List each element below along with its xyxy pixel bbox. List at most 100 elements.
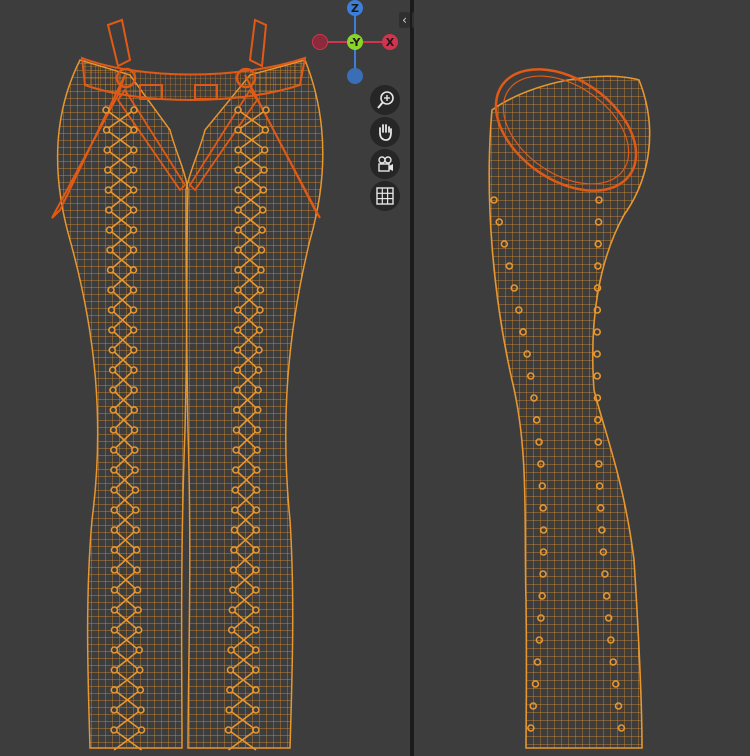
- eyelet: [110, 506, 119, 514]
- eyelet: [229, 586, 237, 594]
- eyelet: [256, 286, 265, 294]
- eyelet: [258, 206, 267, 214]
- eyelet: [110, 546, 119, 554]
- eyelet: [252, 726, 260, 734]
- eyelet: [133, 586, 142, 594]
- eyelet: [131, 486, 140, 494]
- perspective-button[interactable]: [370, 181, 400, 211]
- eyelet: [105, 226, 114, 234]
- eyelet: [231, 466, 240, 474]
- eyelet: [252, 486, 261, 494]
- eyelet: [254, 366, 263, 374]
- eyelet: [252, 706, 260, 714]
- eyelet: [253, 466, 261, 474]
- eyelet: [234, 246, 242, 254]
- eyelet: [259, 186, 268, 194]
- eyelet: [234, 206, 242, 214]
- eyelet: [229, 566, 238, 574]
- eyelet: [252, 686, 260, 694]
- eyelet: [256, 306, 264, 314]
- eyelet: [260, 166, 268, 174]
- eyelet: [105, 206, 113, 214]
- eyelet: [102, 106, 110, 114]
- gizmo-neg-z-axis[interactable]: [347, 68, 363, 84]
- eyelet: [234, 186, 242, 194]
- left-strap: [106, 18, 132, 68]
- eyelet: [110, 626, 119, 634]
- eyelet: [233, 326, 242, 334]
- eyelet: [109, 386, 117, 394]
- front-viewport[interactable]: Z -Y X: [0, 0, 410, 756]
- eyelet: [109, 406, 118, 414]
- eyelet: [102, 126, 111, 134]
- side-wireframe-mesh: [488, 68, 651, 749]
- eyelet: [233, 346, 242, 354]
- eyelet: [258, 226, 266, 234]
- side-eyelet: [593, 350, 601, 358]
- left-leg-mesh: [56, 59, 189, 749]
- eyelet: [226, 666, 235, 674]
- eyelet: [129, 206, 138, 214]
- collapse-left-arrow[interactable]: ‹: [399, 12, 410, 28]
- eyelet: [130, 106, 138, 114]
- eyelet: [106, 266, 115, 274]
- eyelet: [224, 726, 233, 734]
- eyelet: [109, 446, 118, 454]
- eyelet: [234, 286, 242, 294]
- eyelet: [253, 426, 262, 434]
- eyelet: [137, 726, 146, 734]
- eyelet: [227, 646, 235, 654]
- eyelet: [233, 386, 241, 394]
- zoom-button[interactable]: [370, 85, 400, 115]
- eyelet: [260, 146, 269, 154]
- gizmo-y-axis[interactable]: -Y: [347, 34, 363, 50]
- eyelet: [252, 586, 260, 594]
- pan-button[interactable]: [370, 117, 400, 147]
- eyelet: [110, 566, 119, 574]
- side-eyelet: [593, 372, 602, 380]
- gizmo-neg-x-axis[interactable]: [312, 34, 328, 50]
- eyelet: [234, 266, 242, 274]
- eyelet: [136, 686, 145, 694]
- eyelet: [130, 146, 138, 154]
- side-eyelet: [593, 328, 601, 336]
- eyelet: [103, 146, 111, 154]
- eyelet: [252, 506, 261, 514]
- eyelet: [110, 526, 119, 534]
- eyelet: [129, 346, 138, 354]
- eyelet: [232, 426, 241, 434]
- eyelet: [129, 286, 138, 294]
- front-wireframe-mesh: [51, 18, 324, 751]
- eyelet: [106, 246, 114, 254]
- eyelet: [129, 166, 138, 174]
- eyelet: [130, 386, 138, 394]
- zoom-icon: [377, 91, 394, 109]
- eyelet: [230, 546, 238, 554]
- eyelet: [110, 586, 119, 594]
- eyelet: [257, 266, 265, 274]
- eyelet: [110, 606, 119, 614]
- hand-icon: [379, 124, 392, 141]
- eyelet: [232, 406, 241, 414]
- eyelet: [252, 626, 260, 634]
- eyelet: [130, 126, 138, 134]
- eyelet: [232, 446, 240, 454]
- eyelet: [226, 686, 234, 694]
- side-viewport[interactable]: [414, 0, 750, 756]
- eyelet: [131, 446, 139, 454]
- eyelet: [252, 546, 260, 554]
- eyelet: [230, 526, 239, 534]
- eyelet: [129, 226, 138, 234]
- eyelet: [234, 106, 242, 114]
- gizmo-z-axis[interactable]: Z: [347, 0, 363, 16]
- eyelet: [262, 106, 270, 114]
- eyelet: [132, 526, 141, 534]
- eyelet: [234, 226, 242, 234]
- eyelet: [225, 706, 233, 714]
- camera-button[interactable]: [370, 149, 400, 179]
- gizmo-x-axis[interactable]: X: [382, 34, 398, 50]
- orientation-gizmo[interactable]: Z -Y X: [310, 0, 402, 86]
- eyelet: [107, 306, 116, 314]
- eyelet: [233, 366, 242, 374]
- eyelet: [252, 566, 260, 574]
